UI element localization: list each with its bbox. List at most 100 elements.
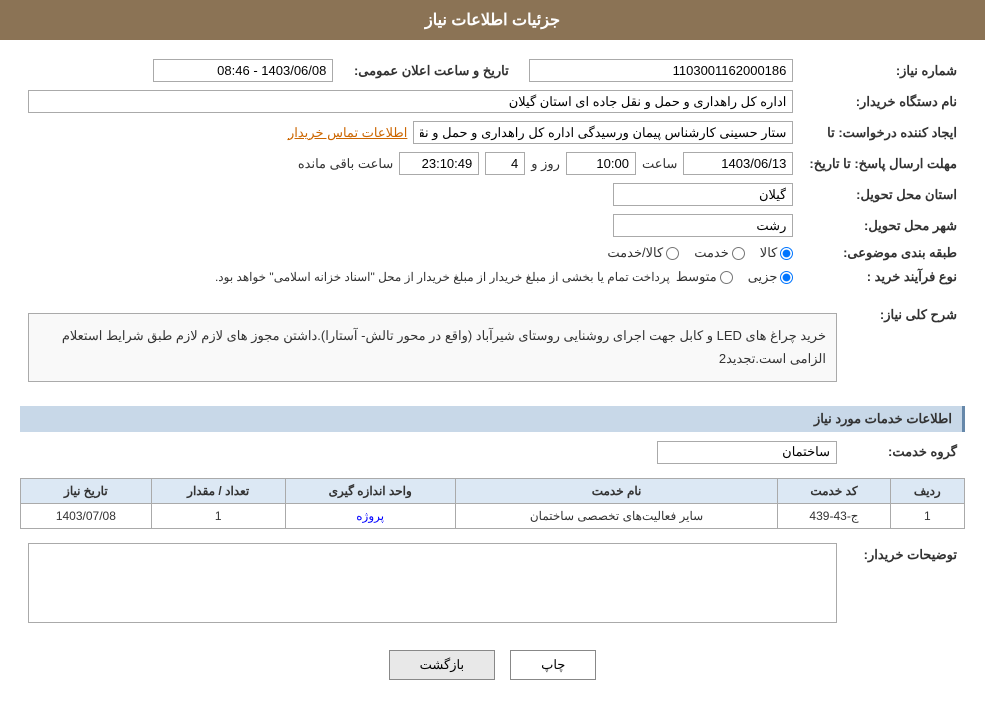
row-buyer-desc: توضیحات خریدار: xyxy=(20,539,965,630)
col-quantity: تعداد / مقدار xyxy=(151,478,285,503)
description-cell: خرید چراغ های LED و کابل جهت اجرای روشنا… xyxy=(20,299,845,396)
services-table-head: ردیف کد خدمت نام خدمت واحد اندازه گیری ت… xyxy=(21,478,965,503)
announce-date-value-cell xyxy=(20,55,341,86)
buyer-desc-label-text: توضیحات خریدار: xyxy=(864,547,957,562)
page-header: جزئیات اطلاعات نیاز xyxy=(0,0,985,40)
creator-input[interactable] xyxy=(413,121,793,144)
table-row: 1 ج-43-439 سایر فعالیت‌های تخصصی ساختمان… xyxy=(21,503,965,528)
cell-quantity: 1 xyxy=(151,503,285,528)
cell-service-name: سایر فعالیت‌های تخصصی ساختمان xyxy=(455,503,778,528)
page-title: جزئیات اطلاعات نیاز xyxy=(425,12,560,29)
process-jozi-text: جزیی xyxy=(748,269,778,285)
category-radio-both[interactable] xyxy=(666,247,679,260)
process-radio-jozi[interactable] xyxy=(780,271,793,284)
process-radio-motevaset-label[interactable]: متوسط xyxy=(676,269,733,285)
buyer-name-cell xyxy=(20,86,801,117)
row-province: استان محل تحویل: xyxy=(20,179,965,210)
need-number-label: شماره نیاز: xyxy=(801,55,965,86)
row-city: شهر محل تحویل: xyxy=(20,210,965,241)
col-row-num: ردیف xyxy=(890,478,964,503)
category-cell: کالا خدمت کالا/خدمت xyxy=(20,241,801,265)
service-group-label: گروه خدمت: xyxy=(845,437,965,468)
services-section-header: اطلاعات خدمات مورد نیاز xyxy=(20,406,965,432)
province-cell xyxy=(20,179,801,210)
city-input[interactable] xyxy=(613,214,793,237)
category-both-text: کالا/خدمت xyxy=(607,245,663,261)
deadline-remaining-label: ساعت باقی مانده xyxy=(298,156,393,172)
content-area: شماره نیاز: تاریخ و ساعت اعلان عمومی: نا… xyxy=(0,40,985,715)
description-box: خرید چراغ های LED و کابل جهت اجرای روشنا… xyxy=(28,313,837,382)
deadline-date-input[interactable] xyxy=(683,152,793,175)
deadline-cell: ساعت روز و ساعت باقی مانده xyxy=(20,148,801,179)
cell-row-num: 1 xyxy=(890,503,964,528)
creator-cell: اطلاعات تماس خریدار xyxy=(20,117,801,148)
cell-unit[interactable]: پروژه xyxy=(285,503,455,528)
description-label-text: شرح کلی نیاز: xyxy=(880,307,957,322)
info-table: شماره نیاز: تاریخ و ساعت اعلان عمومی: نا… xyxy=(20,55,965,289)
category-kala-text: کالا xyxy=(760,245,778,261)
city-label: شهر محل تحویل: xyxy=(801,210,965,241)
category-label: طبقه بندی موضوعی: xyxy=(801,241,965,265)
bottom-buttons: چاپ بازگشت xyxy=(20,650,965,700)
province-label: استان محل تحویل: xyxy=(801,179,965,210)
deadline-days-label: روز و xyxy=(531,156,560,172)
deadline-remaining-input[interactable] xyxy=(399,152,479,175)
cell-date: 1403/07/08 xyxy=(21,503,152,528)
row-process: نوع فرآیند خرید : جزیی متوسط xyxy=(20,265,965,289)
description-text: خرید چراغ های LED و کابل جهت اجرای روشنا… xyxy=(62,328,826,366)
deadline-time-input[interactable] xyxy=(566,152,636,175)
service-group-input[interactable] xyxy=(657,441,837,464)
print-button[interactable]: چاپ xyxy=(510,650,596,680)
announce-date-label: تاریخ و ساعت اعلان عمومی: xyxy=(341,55,521,86)
col-unit: واحد اندازه گیری xyxy=(285,478,455,503)
need-number-input[interactable] xyxy=(529,59,793,82)
process-cell: جزیی متوسط پرداخت تمام یا بخشی از مبلغ خ… xyxy=(20,265,801,289)
process-radio-jozi-label[interactable]: جزیی xyxy=(748,269,794,285)
deadline-days-input[interactable] xyxy=(485,152,525,175)
category-radio-khadamat[interactable] xyxy=(732,247,745,260)
buyer-name-label: نام دستگاه خریدار: xyxy=(801,86,965,117)
row-creator: ایجاد کننده درخواست: تا اطلاعات تماس خری… xyxy=(20,117,965,148)
back-button[interactable]: بازگشت xyxy=(389,650,495,680)
description-table: شرح کلی نیاز: خرید چراغ های LED و کابل ج… xyxy=(20,299,965,396)
row-category: طبقه بندی موضوعی: کالا خدمت xyxy=(20,241,965,265)
services-section-title: اطلاعات خدمات مورد نیاز xyxy=(814,411,952,426)
need-number-value-cell xyxy=(521,55,801,86)
services-table-body: 1 ج-43-439 سایر فعالیت‌های تخصصی ساختمان… xyxy=(21,503,965,528)
cell-service-code: ج-43-439 xyxy=(778,503,890,528)
process-label: نوع فرآیند خرید : xyxy=(801,265,965,289)
buyer-desc-cell xyxy=(20,539,845,630)
service-group-table: گروه خدمت: xyxy=(20,437,965,468)
province-input[interactable] xyxy=(613,183,793,206)
row-service-group: گروه خدمت: xyxy=(20,437,965,468)
col-date: تاریخ نیاز xyxy=(21,478,152,503)
col-service-code: کد خدمت xyxy=(778,478,890,503)
description-label: شرح کلی نیاز: xyxy=(845,299,965,396)
buyer-desc-label: توضیحات خریدار: xyxy=(845,539,965,630)
row-deadline: مهلت ارسال پاسخ: تا تاریخ: ساعت روز و سا… xyxy=(20,148,965,179)
process-note: پرداخت تمام یا بخشی از مبلغ خریدار از مب… xyxy=(215,270,670,284)
col-service-name: نام خدمت xyxy=(455,478,778,503)
category-radio-both-label[interactable]: کالا/خدمت xyxy=(607,245,679,261)
process-motevaset-text: متوسط xyxy=(676,269,717,285)
row-buyer-name: نام دستگاه خریدار: xyxy=(20,86,965,117)
service-group-cell xyxy=(20,437,845,468)
buyer-desc-table: توضیحات خریدار: xyxy=(20,539,965,630)
services-table: ردیف کد خدمت نام خدمت واحد اندازه گیری ت… xyxy=(20,478,965,529)
city-cell xyxy=(20,210,801,241)
category-radio-kala[interactable] xyxy=(780,247,793,260)
category-radio-kala-label[interactable]: کالا xyxy=(760,245,794,261)
category-radio-khadamat-label[interactable]: خدمت xyxy=(694,245,745,261)
row-description: شرح کلی نیاز: خرید چراغ های LED و کابل ج… xyxy=(20,299,965,396)
page-wrapper: جزئیات اطلاعات نیاز شماره نیاز: تاریخ و … xyxy=(0,0,985,715)
category-khadamat-text: خدمت xyxy=(694,245,729,261)
creator-label: ایجاد کننده درخواست: تا xyxy=(801,117,965,148)
deadline-time-label: ساعت xyxy=(642,156,677,172)
process-radio-motevaset[interactable] xyxy=(720,271,733,284)
deadline-label: مهلت ارسال پاسخ: تا تاریخ: xyxy=(801,148,965,179)
buyer-name-input[interactable] xyxy=(28,90,793,113)
creator-contact-link[interactable]: اطلاعات تماس خریدار xyxy=(288,125,407,141)
announce-date-input[interactable] xyxy=(153,59,333,82)
buyer-desc-textarea[interactable] xyxy=(28,543,837,623)
services-table-header-row: ردیف کد خدمت نام خدمت واحد اندازه گیری ت… xyxy=(21,478,965,503)
